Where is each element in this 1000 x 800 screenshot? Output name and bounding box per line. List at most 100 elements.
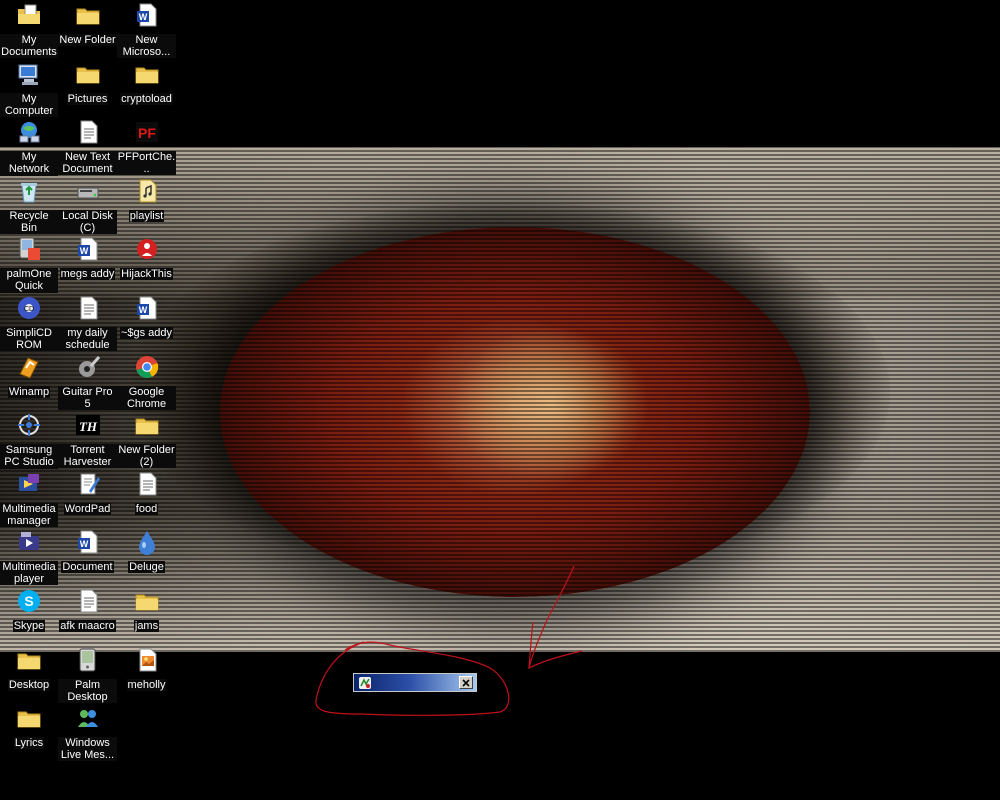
playlist-file-icon [139, 179, 156, 203]
windows-live-messenger-icon [77, 710, 98, 728]
desktop-icon-label: HijackThis [120, 268, 173, 281]
desktop-icon[interactable]: New Folder (2) [117, 410, 176, 469]
desktop-icon-label: palmOne Quick Install [0, 268, 58, 293]
folder-icon [17, 711, 41, 728]
desktop-icon-label: my daily schedule [58, 326, 117, 351]
desktop-icon[interactable]: Pictures [58, 59, 117, 118]
folder-icon [17, 653, 41, 670]
deluge-icon [138, 531, 155, 556]
desktop-icon[interactable]: Deluge [117, 527, 176, 586]
desktop-icon[interactable]: PF PFPortChe... [117, 117, 176, 176]
desktop-icon[interactable]: Samsung PC Studio 3 [0, 410, 58, 469]
svg-text:W: W [138, 305, 147, 315]
desktop-icon-label: My Computer [0, 92, 58, 117]
minimized-window-titlebar[interactable] [353, 673, 477, 692]
desktop-icon-label: Palm Desktop [58, 678, 117, 703]
torrent-harvester-icon: TH [75, 415, 100, 436]
desktop-icon[interactable]: Multimedia manager [0, 469, 58, 528]
skype-icon: S [18, 589, 40, 612]
desktop-icon[interactable]: playlist [117, 176, 176, 235]
desktop-icon[interactable]: jams [117, 586, 176, 645]
svg-text:S: S [24, 593, 33, 609]
desktop-icon[interactable]: meholly [117, 645, 176, 704]
application-icon [358, 676, 372, 690]
desktop-icon-label: afk maacro [59, 619, 116, 632]
winamp-icon [19, 356, 39, 379]
desktop-icon[interactable]: WordPad [58, 469, 117, 528]
svg-text:CD: CD [24, 306, 34, 313]
desktop-icon-label: playlist [128, 209, 165, 222]
desktop-icon[interactable]: My Network Places [0, 117, 58, 176]
desktop-icon[interactable]: My Documents [0, 0, 58, 59]
desktop-icon[interactable]: W ~$gs addy [117, 293, 176, 352]
desktop-icon-grid: My Documents My Computer My Network Places… [0, 0, 176, 763]
desktop-icon[interactable]: CD SimpliCD ROM [0, 293, 58, 352]
close-button[interactable] [459, 676, 473, 689]
desktop-icon-label: My Network Places [0, 151, 58, 176]
desktop-icon-label: food [134, 502, 159, 515]
desktop-icon[interactable]: Google Chrome [117, 352, 176, 411]
svg-text:PF: PF [138, 125, 156, 141]
desktop-icon[interactable]: Lyrics [0, 703, 58, 762]
desktop-icon-label: Deluge [128, 561, 165, 574]
palm-quick-install-icon [19, 237, 40, 261]
desktop-icon-label: Local Disk (C) [58, 209, 117, 234]
desktop-icon[interactable]: Winamp [0, 352, 58, 411]
desktop-icon[interactable]: palmOne Quick Install [0, 234, 58, 293]
desktop-icon-label: cryptoload [120, 92, 173, 105]
svg-text:W: W [79, 246, 88, 256]
desktop-icon-label: SimpliCD ROM [0, 326, 58, 351]
svg-text:TH: TH [78, 419, 97, 434]
text-document-icon [80, 120, 97, 144]
desktop-icon-label: Recycle Bin [0, 209, 58, 234]
svg-text:W: W [79, 539, 88, 549]
desktop-icon[interactable]: W Document [58, 527, 117, 586]
desktop-icon[interactable]: TH Torrent Harvester [58, 410, 117, 469]
desktop-icon-label: Torrent Harvester [58, 444, 117, 469]
desktop-icon[interactable]: Palm Desktop [58, 645, 117, 704]
desktop-icon[interactable]: S Skype [0, 586, 58, 645]
folder-icon [135, 418, 158, 435]
desktop-icon[interactable]: Multimedia player [0, 527, 58, 586]
desktop[interactable]: My Documents My Computer My Network Places… [0, 0, 1000, 800]
desktop-icon[interactable]: New Folder [58, 0, 117, 59]
svg-text:W: W [138, 12, 147, 22]
desktop-icon[interactable]: W New Microso... [117, 0, 176, 59]
desktop-icon[interactable]: my daily schedule [58, 293, 117, 352]
desktop-icon[interactable]: HijackThis [117, 234, 176, 293]
close-icon [462, 678, 470, 687]
desktop-icon[interactable]: food [117, 469, 176, 528]
desktop-icon[interactable]: Windows Live Mes... [58, 703, 117, 762]
folder-icon [76, 8, 99, 25]
recycle-bin-icon [21, 182, 37, 203]
desktop-icon[interactable]: New Text Document [58, 117, 117, 176]
desktop-icon-label: jams [133, 619, 160, 632]
desktop-icon-label: My Documents [0, 34, 58, 58]
desktop-icon-label: Multimedia manager [0, 502, 58, 527]
desktop-icon[interactable]: cryptoload [117, 59, 176, 118]
local-disk-icon [77, 187, 98, 199]
samsung-pc-studio-icon [18, 414, 40, 437]
desktop-icon-label: Skype [12, 619, 46, 632]
desktop-icon[interactable]: Guitar Pro 5 [58, 352, 117, 411]
desktop-icon-label: New Folder [58, 34, 117, 46]
desktop-icon-label: Samsung PC Studio 3 [0, 444, 58, 469]
desktop-icon-label: Windows Live Mes... [58, 737, 117, 762]
my-computer-icon [18, 64, 38, 85]
desktop-icon[interactable]: Wmegs addy [58, 234, 117, 293]
word-document-icon: W [77, 237, 97, 261]
desktop-icon-label: New Microso... [117, 34, 176, 58]
desktop-icon[interactable]: Desktop [0, 645, 58, 704]
text-document-icon [80, 296, 97, 320]
wordpad-icon [80, 473, 100, 495]
guitar-pro-icon [78, 355, 100, 377]
desktop-icon[interactable]: My Computer [0, 59, 58, 118]
desktop-icon-label: Pictures [66, 92, 109, 105]
desktop-icon-label: ~$gs addy [119, 326, 174, 339]
desktop-icon[interactable]: Local Disk (C) [58, 176, 117, 235]
desktop-icon[interactable]: Recycle Bin [0, 176, 58, 235]
multimedia-manager-icon [19, 473, 39, 491]
palm-desktop-icon [79, 648, 95, 672]
desktop-icon[interactable]: afk maacro [58, 586, 117, 645]
network-places-icon [19, 122, 40, 143]
